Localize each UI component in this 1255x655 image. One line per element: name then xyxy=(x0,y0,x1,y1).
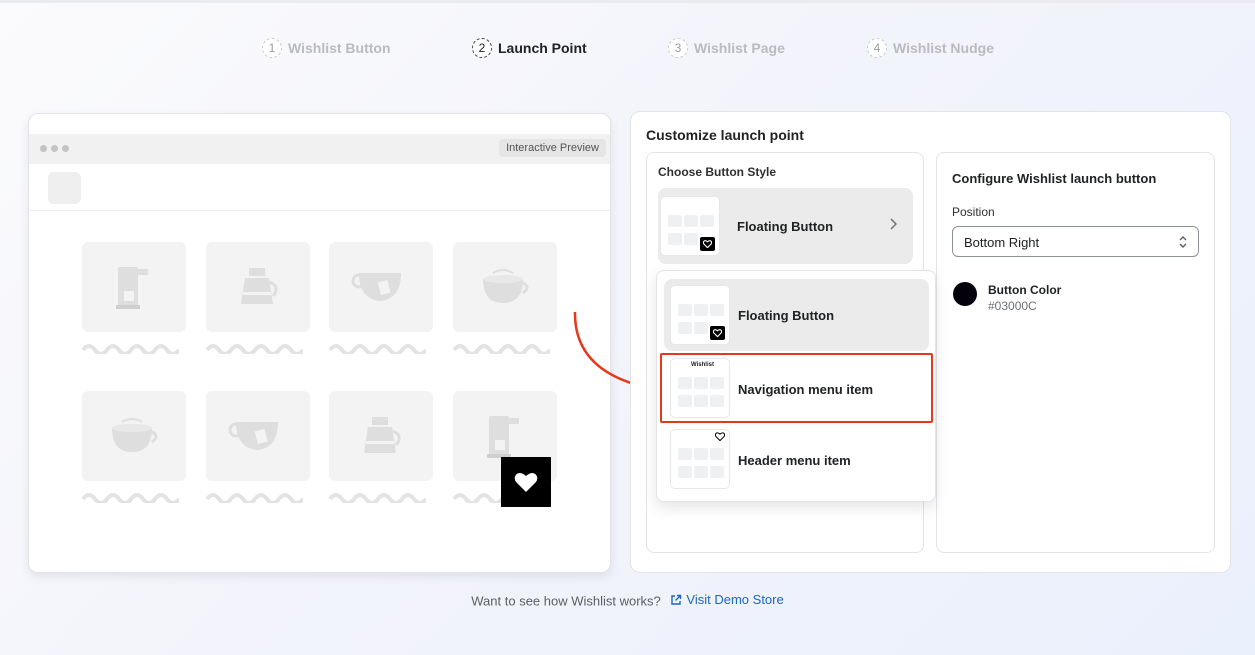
step-number: 4 xyxy=(867,38,887,58)
button-style-dropdown: Floating Button Wishlist Navigation menu… xyxy=(656,270,936,502)
product-card xyxy=(206,242,310,332)
position-select[interactable]: Bottom Right xyxy=(952,226,1199,257)
step-label: Wishlist Page xyxy=(694,40,785,56)
option-floating-button[interactable]: Floating Button xyxy=(664,279,929,351)
option-header-menu-item[interactable]: Header menu item xyxy=(664,425,929,497)
product-card xyxy=(329,391,433,481)
style-thumbnail xyxy=(660,196,720,256)
store-logo-placeholder xyxy=(48,172,81,204)
step-number: 3 xyxy=(668,38,688,58)
interactive-preview: Interactive Preview xyxy=(28,113,611,573)
window-dots-icon xyxy=(40,145,69,152)
price-placeholder xyxy=(205,493,303,503)
browser-bar: Interactive Preview xyxy=(29,134,610,164)
button-style-select[interactable]: Floating Button xyxy=(658,188,913,264)
heart-icon xyxy=(514,473,538,492)
step-wishlist-button[interactable]: 1 Wishlist Button xyxy=(262,38,391,58)
visit-demo-store-link[interactable]: Visit Demo Store xyxy=(670,592,784,607)
choose-style-label: Choose Button Style xyxy=(658,165,777,179)
option-label: Navigation menu item xyxy=(738,382,874,397)
button-color-label: Button Color xyxy=(988,283,1062,297)
thumbnail-wishlist-text: Wishlist xyxy=(691,362,714,368)
visit-demo-store-label: Visit Demo Store xyxy=(686,592,784,607)
tea-cup-icon xyxy=(228,422,278,450)
price-placeholder xyxy=(81,493,179,503)
option-label: Floating Button xyxy=(738,308,835,323)
configure-title: Configure Wishlist launch button xyxy=(952,171,1157,186)
latte-cup-icon xyxy=(112,418,158,452)
footer-question: Want to see how Wishlist works? xyxy=(471,593,661,609)
stepper: 1 Wishlist Button 2 Launch Point 3 Wishl… xyxy=(0,38,1255,62)
price-placeholder xyxy=(328,493,426,503)
product-card xyxy=(453,242,557,332)
product-card xyxy=(206,391,310,481)
customize-title: Customize launch point xyxy=(646,127,804,143)
step-number: 1 xyxy=(262,38,282,58)
price-placeholder xyxy=(81,344,179,354)
configure-launch-button-panel: Configure Wishlist launch button Positio… xyxy=(936,152,1215,553)
option-navigation-menu-item[interactable]: Wishlist Navigation menu item xyxy=(660,353,933,423)
position-label: Position xyxy=(952,205,995,219)
heart-icon xyxy=(715,432,725,441)
product-card xyxy=(82,242,186,332)
style-thumbnail xyxy=(670,429,730,489)
step-label: Launch Point xyxy=(498,40,587,56)
chevron-right-icon xyxy=(890,218,897,230)
product-card xyxy=(82,391,186,481)
footer: Want to see how Wishlist works? Visit De… xyxy=(0,592,1255,609)
store-header xyxy=(29,164,610,211)
top-border xyxy=(0,0,1255,3)
tea-cup-icon xyxy=(351,273,401,301)
heart-icon xyxy=(700,237,715,251)
selected-style-label: Floating Button xyxy=(737,219,834,234)
floating-wishlist-button[interactable] xyxy=(501,457,551,507)
step-wishlist-page[interactable]: 3 Wishlist Page xyxy=(668,38,785,58)
heart-icon xyxy=(710,326,725,340)
product-card xyxy=(329,242,433,332)
interactive-preview-badge: Interactive Preview xyxy=(499,139,606,157)
step-wishlist-nudge[interactable]: 4 Wishlist Nudge xyxy=(867,38,994,58)
step-label: Wishlist Button xyxy=(288,40,391,56)
coffee-pot-icon xyxy=(364,417,401,453)
option-label: Header menu item xyxy=(738,453,851,468)
button-color-value: #03000C xyxy=(988,299,1037,313)
latte-cup-icon xyxy=(483,269,529,303)
coffee-pot-icon xyxy=(241,268,278,304)
price-placeholder xyxy=(328,344,426,354)
coffee-machine-icon xyxy=(487,416,519,458)
step-launch-point[interactable]: 2 Launch Point xyxy=(472,38,587,58)
step-number: 2 xyxy=(472,38,492,58)
step-label: Wishlist Nudge xyxy=(893,40,994,56)
style-thumbnail: Wishlist xyxy=(670,358,730,418)
external-link-icon xyxy=(671,594,682,605)
style-thumbnail xyxy=(670,285,730,345)
select-arrows-icon xyxy=(1179,236,1187,248)
button-color-swatch[interactable] xyxy=(953,282,977,306)
price-placeholder xyxy=(205,344,303,354)
coffee-machine-icon xyxy=(116,267,148,309)
price-placeholder xyxy=(452,344,550,354)
position-value: Bottom Right xyxy=(964,235,1040,250)
